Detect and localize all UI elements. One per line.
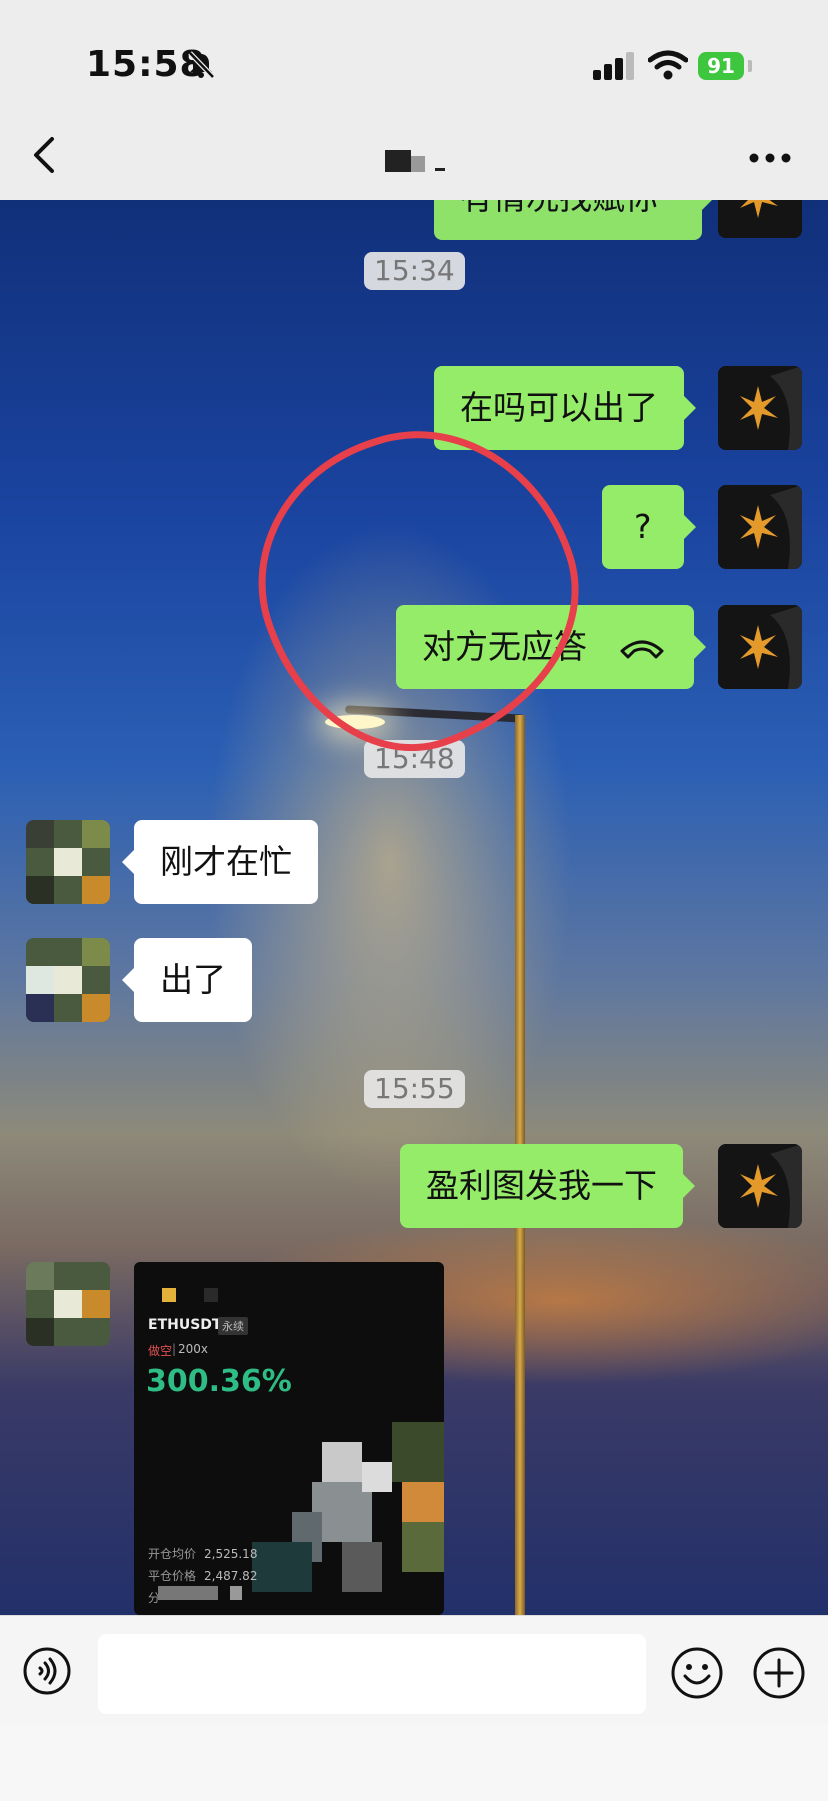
- open-price-row: 开仓均价 2,525.18: [148, 1547, 258, 1561]
- back-arrow-icon[interactable]: [30, 135, 60, 175]
- voice-icon[interactable]: [22, 1646, 72, 1696]
- message-outgoing[interactable]: ?: [602, 485, 695, 569]
- timestamp: 15:34: [364, 252, 465, 290]
- redaction-block: [230, 1586, 242, 1600]
- wifi-icon: [648, 50, 688, 80]
- message-incoming[interactable]: 出了: [122, 938, 252, 1022]
- battery-indicator: 91: [698, 52, 744, 80]
- battery-tip: [748, 60, 752, 72]
- avatar-self[interactable]: [718, 366, 802, 450]
- shared-image-trade-card[interactable]: ETHUSDT 永续 做空 | 200x 300.36% 开仓均价 2,525.1…: [134, 1262, 444, 1615]
- message-incoming[interactable]: 刚才在忙: [122, 820, 318, 904]
- avatar-contact[interactable]: [26, 938, 110, 1022]
- trade-symbol: ETHUSDT: [148, 1317, 222, 1333]
- timestamp: 15:55: [364, 1070, 465, 1108]
- avatar-self[interactable]: [718, 200, 802, 238]
- message-outgoing[interactable]: 有情况找赋你: [434, 200, 714, 240]
- trade-pnl-percent: 300.36%: [146, 1364, 292, 1399]
- trade-type-tag: 永续: [218, 1317, 248, 1335]
- avatar-self[interactable]: [718, 1144, 802, 1228]
- home-indicator-area: [0, 1725, 828, 1801]
- message-outgoing[interactable]: 在吗可以出了: [434, 366, 696, 450]
- more-icon[interactable]: [748, 152, 792, 164]
- separator: |: [172, 1342, 177, 1356]
- astronaut-illustration: [252, 1422, 444, 1592]
- message-input[interactable]: [98, 1634, 646, 1714]
- hangup-icon: [620, 640, 664, 659]
- trade-side: 做空: [148, 1344, 173, 1358]
- avatar-self[interactable]: [718, 605, 802, 689]
- trade-leverage: 200x: [178, 1342, 209, 1356]
- message-outgoing[interactable]: 盈利图发我一下: [400, 1144, 695, 1228]
- signal-icon: [593, 52, 634, 80]
- redaction-block: [158, 1586, 218, 1600]
- chat-area[interactable]: 有情况找赋你 15:34 在吗可以出了 ? 对方无应答 15:48 刚才在忙 出…: [0, 200, 828, 1615]
- avatar-self[interactable]: [718, 485, 802, 569]
- nav-bar: [0, 100, 828, 200]
- logo-block: [162, 1288, 176, 1302]
- avatar-contact[interactable]: [26, 820, 110, 904]
- logo-block: [204, 1288, 218, 1302]
- input-bar: [0, 1615, 828, 1726]
- plus-icon[interactable]: [752, 1646, 806, 1700]
- chat-title-redacted: [385, 150, 445, 172]
- red-annotation-circle: [221, 391, 617, 787]
- emoji-icon[interactable]: [670, 1646, 724, 1700]
- muted-bell-icon: [188, 51, 215, 79]
- close-price-row: 平仓价格 2,487.82: [148, 1569, 258, 1583]
- avatar-contact[interactable]: [26, 1262, 110, 1346]
